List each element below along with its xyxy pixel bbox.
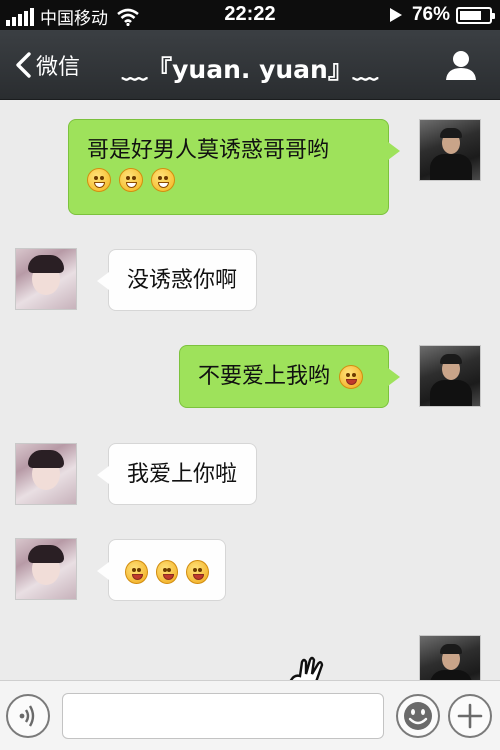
shy-emoji [339, 365, 364, 389]
message-text: 我爱上你啦 [127, 462, 238, 487]
voice-button[interactable] [6, 694, 50, 738]
blush-emoji [125, 560, 148, 584]
more-button[interactable] [448, 694, 492, 738]
emoji-button[interactable] [396, 694, 440, 738]
message-text: 不要爱上我哟 [198, 364, 331, 389]
grin-emoji [151, 168, 175, 192]
status-bar: 中国移动 22:22 76% [0, 0, 500, 30]
message-bubble-received[interactable]: 我爱上你啦 [97, 443, 257, 505]
voice-icon [19, 705, 35, 727]
grin-emoji [119, 168, 143, 192]
person-icon[interactable] [444, 49, 478, 81]
message-bubble-sent[interactable]: 不要爱上我哟 [179, 345, 400, 408]
message-bubble-received[interactable] [97, 539, 226, 601]
input-bar [0, 680, 500, 750]
battery-icon [456, 6, 495, 24]
message-text: 没诱惑你啊 [127, 268, 238, 293]
blush-emoji [186, 560, 210, 584]
my-avatar[interactable] [419, 119, 481, 181]
navigation-bar: 微信 ﹏『yuan. yuan』﹏ [0, 30, 500, 100]
grin-emoji [87, 168, 111, 192]
contact-avatar[interactable] [15, 248, 77, 310]
contact-avatar[interactable] [15, 538, 77, 600]
chat-title: ﹏『yuan. yuan』﹏ [122, 55, 378, 84]
hand-sticker [289, 656, 324, 680]
chat-area[interactable]: 哥是好男人莫诱惑哥哥哟 没诱惑你啊 不要爱上我哟 我爱上你啦 [0, 100, 500, 680]
battery-percentage: 76% [411, 4, 450, 25]
contact-avatar[interactable] [15, 443, 77, 505]
message-bubble-sent[interactable]: 哥是好男人莫诱惑哥哥哟 [68, 119, 400, 215]
my-avatar[interactable] [419, 345, 481, 407]
plus-icon [457, 703, 483, 729]
message-input[interactable] [62, 693, 384, 739]
message-bubble-received[interactable]: 没诱惑你啊 [97, 249, 257, 311]
play-icon [389, 8, 402, 22]
my-avatar[interactable] [419, 635, 481, 680]
message-text: 哥是好男人莫诱惑哥哥哟 [87, 138, 330, 163]
blush-emoji [155, 560, 179, 584]
smiley-icon [404, 702, 432, 730]
